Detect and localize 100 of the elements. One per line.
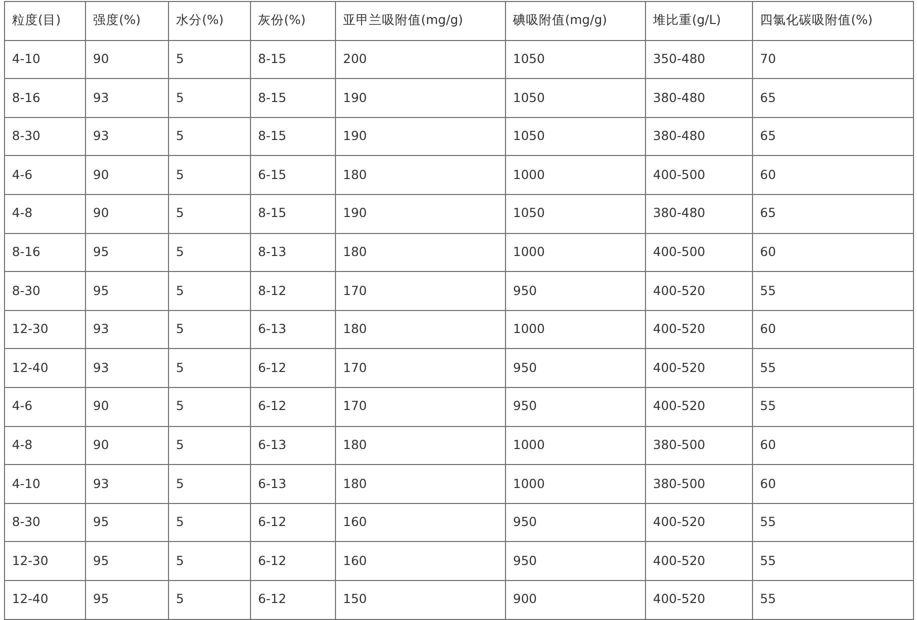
table-cell: 65 xyxy=(752,117,914,156)
table-cell: 60 xyxy=(752,233,914,272)
table-cell: 8-13 xyxy=(250,233,336,272)
table-cell: 5 xyxy=(168,78,250,118)
table-cell: 8-12 xyxy=(250,272,336,310)
table-cell: 93 xyxy=(86,310,168,349)
table-cell: 180 xyxy=(336,464,506,504)
table-cell: 400-520 xyxy=(646,580,752,619)
table-cell: 8-30 xyxy=(4,503,86,542)
table-cell: 380-500 xyxy=(646,426,752,465)
table-cell: 400-520 xyxy=(646,272,752,310)
table-cell: 93 xyxy=(86,117,168,156)
table-cell: 190 xyxy=(336,117,506,156)
table-cell: 950 xyxy=(506,272,646,310)
table-cell: 1000 xyxy=(506,233,646,272)
table-cell: 4-10 xyxy=(4,464,86,504)
table-cell: 1050 xyxy=(506,194,646,234)
table-cell: 70 xyxy=(752,40,914,79)
table-cell: 1000 xyxy=(506,156,646,194)
table-cell: 5 xyxy=(168,464,250,504)
table-cell: 5 xyxy=(168,233,250,272)
column-header: 碘吸附值(mg/g) xyxy=(506,2,646,40)
table-cell: 5 xyxy=(168,348,250,388)
table-cell: 400-520 xyxy=(646,503,752,542)
table-cell: 60 xyxy=(752,426,914,465)
table-cell: 5 xyxy=(168,426,250,465)
table-cell: 5 xyxy=(168,387,250,426)
table-cell: 1050 xyxy=(506,40,646,79)
table-cell: 8-16 xyxy=(4,78,86,118)
table-cell: 180 xyxy=(336,233,506,272)
column-header: 亚甲兰吸附值(mg/g) xyxy=(336,2,506,40)
column-header: 四氯化碳吸附值(%) xyxy=(752,2,914,40)
table-cell: 5 xyxy=(168,156,250,194)
column-header: 水分(%) xyxy=(168,2,250,40)
table-cell: 8-30 xyxy=(4,272,86,310)
table-cell: 5 xyxy=(168,194,250,234)
table-cell: 170 xyxy=(336,348,506,388)
table-cell: 6-13 xyxy=(250,464,336,504)
table-cell: 95 xyxy=(86,580,168,619)
table-cell: 8-15 xyxy=(250,40,336,79)
table-cell: 4-6 xyxy=(4,156,86,194)
table-cell: 95 xyxy=(86,503,168,542)
table-cell: 380-480 xyxy=(646,194,752,234)
table-cell: 5 xyxy=(168,272,250,310)
table-cell: 1000 xyxy=(506,426,646,465)
table-cell: 65 xyxy=(752,78,914,118)
table-cell: 400-520 xyxy=(646,542,752,580)
table-cell: 190 xyxy=(336,194,506,234)
table-cell: 4-8 xyxy=(4,426,86,465)
table-cell: 160 xyxy=(336,503,506,542)
table-cell: 8-15 xyxy=(250,117,336,156)
table-cell: 350-480 xyxy=(646,40,752,79)
table-cell: 93 xyxy=(86,464,168,504)
table-cell: 180 xyxy=(336,426,506,465)
table-cell: 380-480 xyxy=(646,78,752,118)
table-cell: 400-520 xyxy=(646,387,752,426)
table-cell: 380-500 xyxy=(646,464,752,504)
table-cell: 180 xyxy=(336,156,506,194)
table-cell: 6-13 xyxy=(250,426,336,465)
column-header: 堆比重(g/L) xyxy=(646,2,752,40)
table-cell: 4-6 xyxy=(4,387,86,426)
table-cell: 6-12 xyxy=(250,387,336,426)
table-cell: 950 xyxy=(506,542,646,580)
table-cell: 55 xyxy=(752,580,914,619)
table-cell: 12-40 xyxy=(4,348,86,388)
table-cell: 90 xyxy=(86,156,168,194)
table-cell: 6-12 xyxy=(250,348,336,388)
table-cell: 93 xyxy=(86,348,168,388)
table-cell: 55 xyxy=(752,348,914,388)
table-cell: 5 xyxy=(168,542,250,580)
table-cell: 4-10 xyxy=(4,40,86,79)
table-cell: 900 xyxy=(506,580,646,619)
table-cell: 200 xyxy=(336,40,506,79)
table-cell: 60 xyxy=(752,156,914,194)
table-cell: 400-520 xyxy=(646,310,752,349)
table-cell: 170 xyxy=(336,272,506,310)
table-cell: 55 xyxy=(752,503,914,542)
table-cell: 6-12 xyxy=(250,542,336,580)
table-cell: 95 xyxy=(86,233,168,272)
table-cell: 160 xyxy=(336,542,506,580)
table-cell: 380-480 xyxy=(646,117,752,156)
table-cell: 8-30 xyxy=(4,117,86,156)
table-cell: 12-30 xyxy=(4,310,86,349)
table-cell: 1050 xyxy=(506,117,646,156)
table-cell: 95 xyxy=(86,272,168,310)
table-cell: 6-12 xyxy=(250,580,336,619)
table-cell: 12-40 xyxy=(4,580,86,619)
table-cell: 400-500 xyxy=(646,156,752,194)
table-cell: 90 xyxy=(86,426,168,465)
table-cell: 5 xyxy=(168,503,250,542)
column-header: 粒度(目) xyxy=(4,2,86,40)
table-cell: 400-520 xyxy=(646,348,752,388)
table-cell: 5 xyxy=(168,580,250,619)
table-cell: 5 xyxy=(168,310,250,349)
table-cell: 400-500 xyxy=(646,233,752,272)
table-cell: 90 xyxy=(86,40,168,79)
table-cell: 950 xyxy=(506,348,646,388)
table-cell: 4-8 xyxy=(4,194,86,234)
table-cell: 93 xyxy=(86,78,168,118)
table-cell: 170 xyxy=(336,387,506,426)
